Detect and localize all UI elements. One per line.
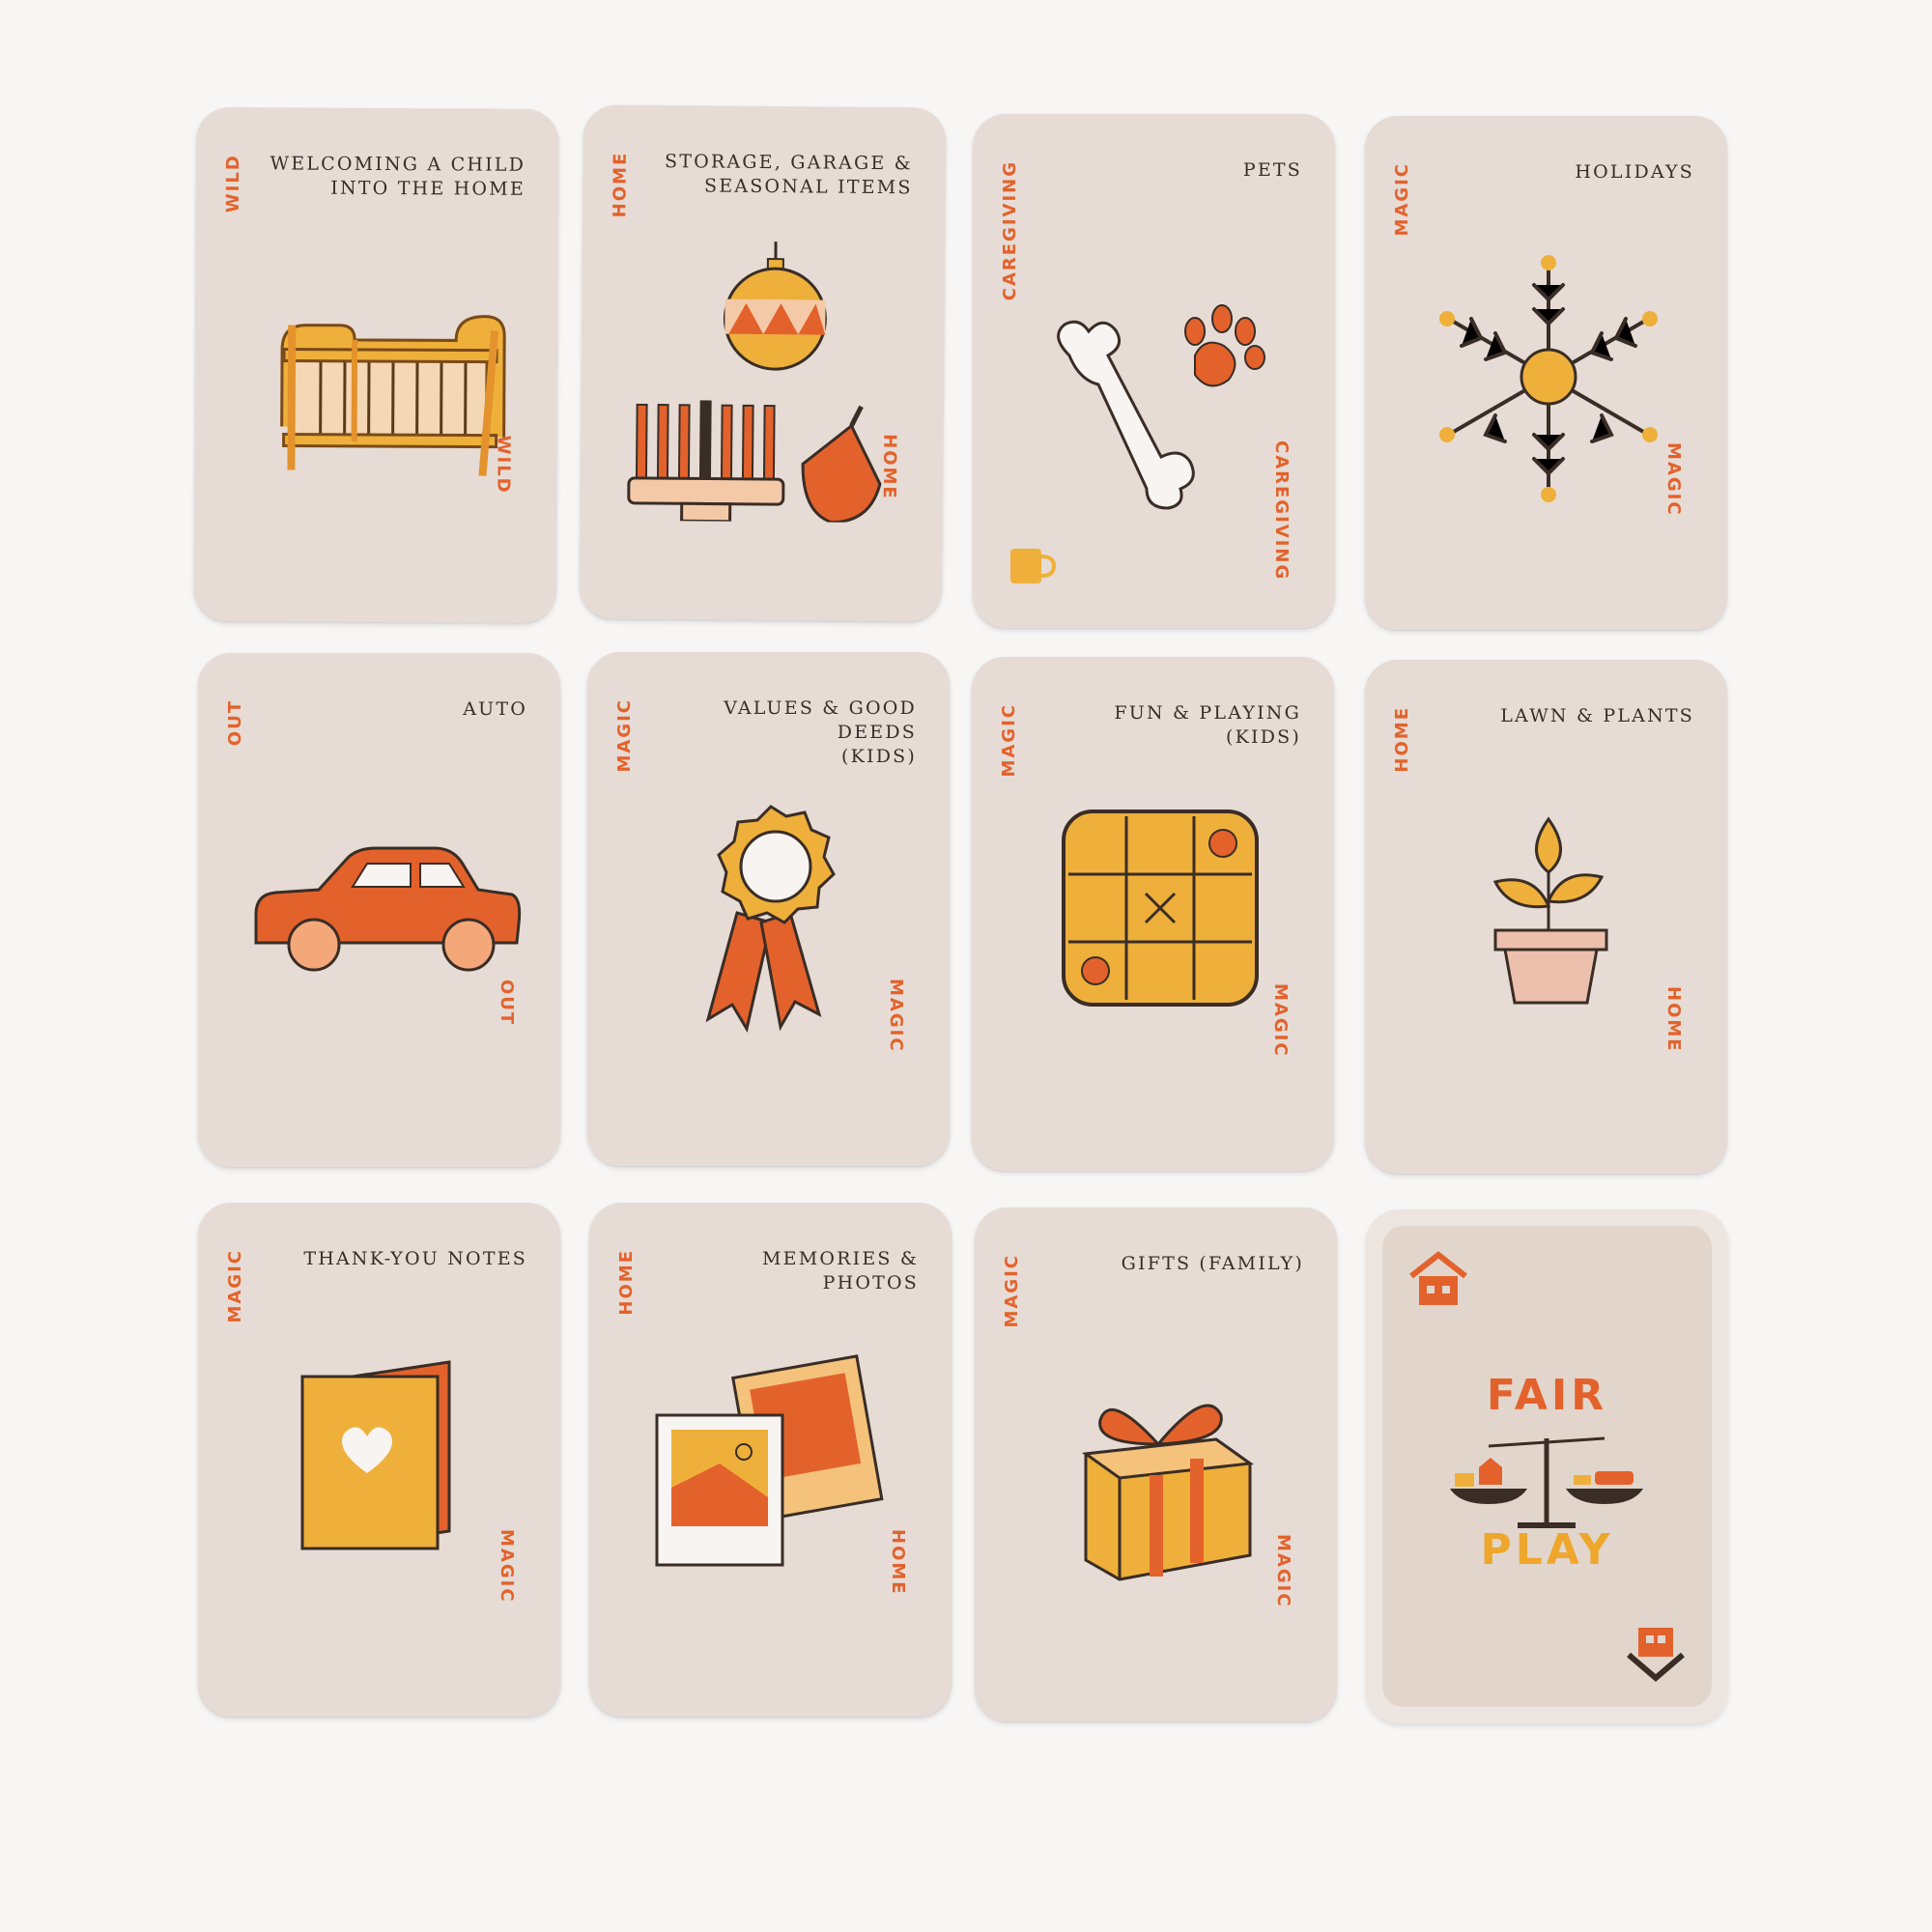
mug-icon	[1010, 549, 1056, 583]
photos-icon	[655, 1354, 884, 1567]
card-title: VALUES & GOOD DEEDS (KIDS)	[724, 697, 917, 767]
task-card-holidays[interactable]: MAGIC HOLIDAYS MAGIC	[1365, 116, 1727, 630]
award-ribbon-icon	[705, 805, 836, 1033]
gift-box-icon	[1081, 1404, 1255, 1581]
task-card-pets[interactable]: CAREGIVING PETS CAREGIVING	[973, 114, 1335, 628]
card-title: LAWN & PLANTS	[1500, 705, 1694, 726]
snowflake-icon	[1439, 255, 1658, 502]
crib-icon	[280, 315, 506, 476]
card-back-fair-play[interactable]: FAIR PLAY	[1366, 1209, 1728, 1723]
category-label-bottom: OUT	[497, 980, 517, 1027]
task-card-welcoming-child[interactable]: WILD WELCOMING A CHILD INTO THE HOME WIL…	[193, 107, 559, 623]
bone-pawprint-icon	[1057, 304, 1265, 510]
brand-word-play: PLAY	[1480, 1525, 1614, 1575]
category-label-bottom: MAGIC	[1273, 1534, 1293, 1608]
category-label-bottom: HOME	[1663, 986, 1684, 1053]
card-title: MEMORIES & PHOTOS	[761, 1248, 919, 1293]
task-card-thank-you-notes[interactable]: MAGIC THANK-YOU NOTES MAGIC	[198, 1203, 560, 1717]
category-label-bottom: MAGIC	[1270, 983, 1291, 1058]
brand-word-fair: FAIR	[1486, 1371, 1608, 1420]
car-icon	[254, 846, 522, 972]
card-title: THANK-YOU NOTES	[303, 1248, 527, 1269]
card-back-panel: FAIR PLAY	[1382, 1226, 1712, 1707]
heart-card-icon	[300, 1360, 451, 1550]
category-label-bottom: MAGIC	[886, 979, 906, 1053]
tic-tac-toe-icon	[1062, 810, 1259, 1007]
category-label-bottom: HOME	[888, 1529, 908, 1596]
category-label-bottom: WILD	[493, 435, 514, 495]
task-card-lawn-plants[interactable]: HOME LAWN & PLANTS HOME	[1365, 660, 1727, 1174]
card-title: GIFTS (FAMILY)	[1121, 1253, 1304, 1274]
task-card-storage-garage[interactable]: HOME STORAGE, GARAGE & SEASONAL ITEMS HO…	[579, 104, 947, 622]
potted-plant-icon	[1492, 816, 1608, 1005]
holiday-ornament-menorah-dreidel-icon	[627, 242, 882, 524]
task-card-auto[interactable]: OUT AUTO OUT	[198, 653, 560, 1167]
card-title: FUN & PLAYING (KIDS)	[1114, 702, 1301, 748]
card-title: STORAGE, GARAGE & SEASONAL ITEMS	[664, 151, 913, 199]
task-card-gifts-family[interactable]: MAGIC GIFTS (FAMILY) MAGIC	[975, 1208, 1337, 1721]
card-title: AUTO	[463, 698, 527, 720]
category-label-bottom: CAREGIVING	[1271, 440, 1292, 582]
task-card-values-good-deeds[interactable]: MAGIC VALUES & GOOD DEEDS (KIDS) MAGIC	[587, 652, 950, 1166]
card-title: PETS	[1242, 159, 1302, 181]
task-card-fun-playing[interactable]: MAGIC FUN & PLAYING (KIDS) MAGIC	[972, 657, 1334, 1171]
category-label-bottom: MAGIC	[1663, 442, 1684, 517]
house-icon	[1409, 1251, 1467, 1305]
balance-scale-icon	[1450, 1436, 1643, 1528]
card-title: WELCOMING A CHILD INTO THE HOME	[270, 153, 526, 200]
down-arrow-icon	[1627, 1628, 1685, 1682]
card-title: HOLIDAYS	[1575, 161, 1694, 183]
category-label-bottom: HOME	[878, 434, 900, 500]
category-label-bottom: MAGIC	[497, 1529, 517, 1604]
task-card-memories-photos[interactable]: HOME MEMORIES & PHOTOS HOME	[589, 1203, 952, 1717]
